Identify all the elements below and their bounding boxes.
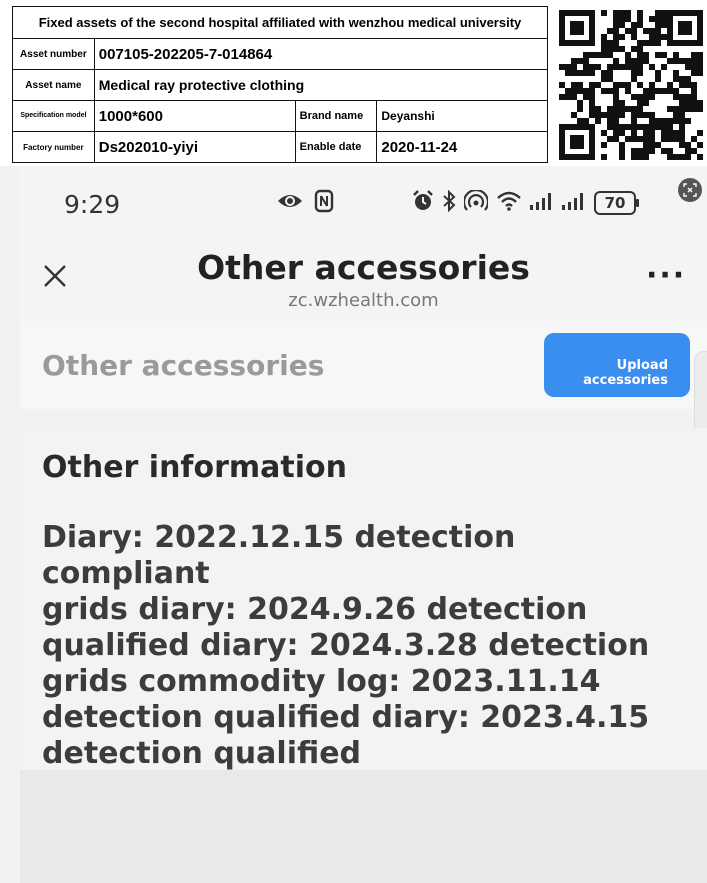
upload-label-line-2: accessories	[583, 373, 668, 388]
enable-date-value: 2020-11-24	[376, 131, 548, 163]
page-title: Other accessories	[197, 248, 530, 287]
info-line: detection qualified diary: 2023.4.15	[42, 700, 650, 735]
spec-label: Specification model	[12, 100, 95, 132]
nfc-icon	[314, 189, 334, 217]
enable-date-label: Enable date	[294, 131, 378, 163]
upload-accessories-button[interactable]: Upload accessories	[544, 333, 690, 397]
other-information-section: Other information Diary: 2022.12.15 dete…	[20, 428, 707, 772]
status-time: 9:29	[64, 190, 121, 219]
bottom-blank-area	[20, 770, 707, 883]
info-line: detection qualified	[42, 736, 362, 771]
info-line: grids diary: 2024.9.26 detection	[42, 592, 588, 627]
page-url: zc.wzhealth.com	[288, 290, 439, 311]
hotspot-icon	[462, 188, 490, 217]
brand-value: Deyanshi	[376, 100, 548, 132]
factory-value: Ds202010-yiyi	[93, 131, 296, 163]
info-line: Diary: 2022.12.15 detection compliant	[42, 520, 516, 591]
qr-code-icon	[555, 6, 707, 164]
accessories-title: Other accessories	[42, 349, 325, 382]
label-title: Fixed assets of the second hospital affi…	[12, 6, 548, 39]
asset-name-label: Asset name	[12, 69, 95, 101]
asset-label-table: Fixed assets of the second hospital affi…	[12, 6, 549, 163]
screenshot-capture-icon[interactable]	[678, 178, 702, 202]
asset-label: Fixed assets of the second hospital affi…	[0, 0, 707, 166]
signal-icon	[562, 192, 586, 215]
phone-screen: 9:29 70 Other accessories zc.wzhealth.co…	[20, 166, 707, 883]
accessories-section: Other accessories Upload accessories	[20, 321, 707, 409]
status-icons-right: 70	[412, 188, 639, 218]
status-icons-left	[276, 188, 334, 218]
bluetooth-icon	[442, 189, 456, 217]
other-information-text: Diary: 2022.12.15 detection compliant gr…	[42, 520, 682, 772]
asset-number-label: Asset number	[12, 38, 95, 70]
eye-icon	[276, 191, 304, 215]
asset-number-value: 007105-202205-7-014864	[93, 38, 549, 70]
asset-name-value: Medical ray protective clothing	[93, 69, 549, 101]
wifi-icon	[496, 190, 522, 217]
info-line: qualified diary: 2024.3.28 detection	[42, 628, 650, 663]
alarm-icon	[412, 189, 434, 217]
info-line: grids commodity log: 2023.11.14	[42, 664, 601, 699]
signal-icon	[530, 192, 554, 215]
battery-indicator: 70	[594, 191, 639, 215]
spec-value: 1000*600	[93, 100, 296, 132]
app-header: 9:29 70 Other accessories zc.wzhealth.co…	[20, 166, 707, 321]
upload-label-line-1: Upload	[616, 358, 668, 373]
more-options-button[interactable]: ···	[646, 258, 686, 293]
brand-label: Brand name	[294, 100, 378, 132]
factory-label: Factory number	[12, 131, 95, 163]
other-information-title: Other information	[42, 450, 347, 485]
